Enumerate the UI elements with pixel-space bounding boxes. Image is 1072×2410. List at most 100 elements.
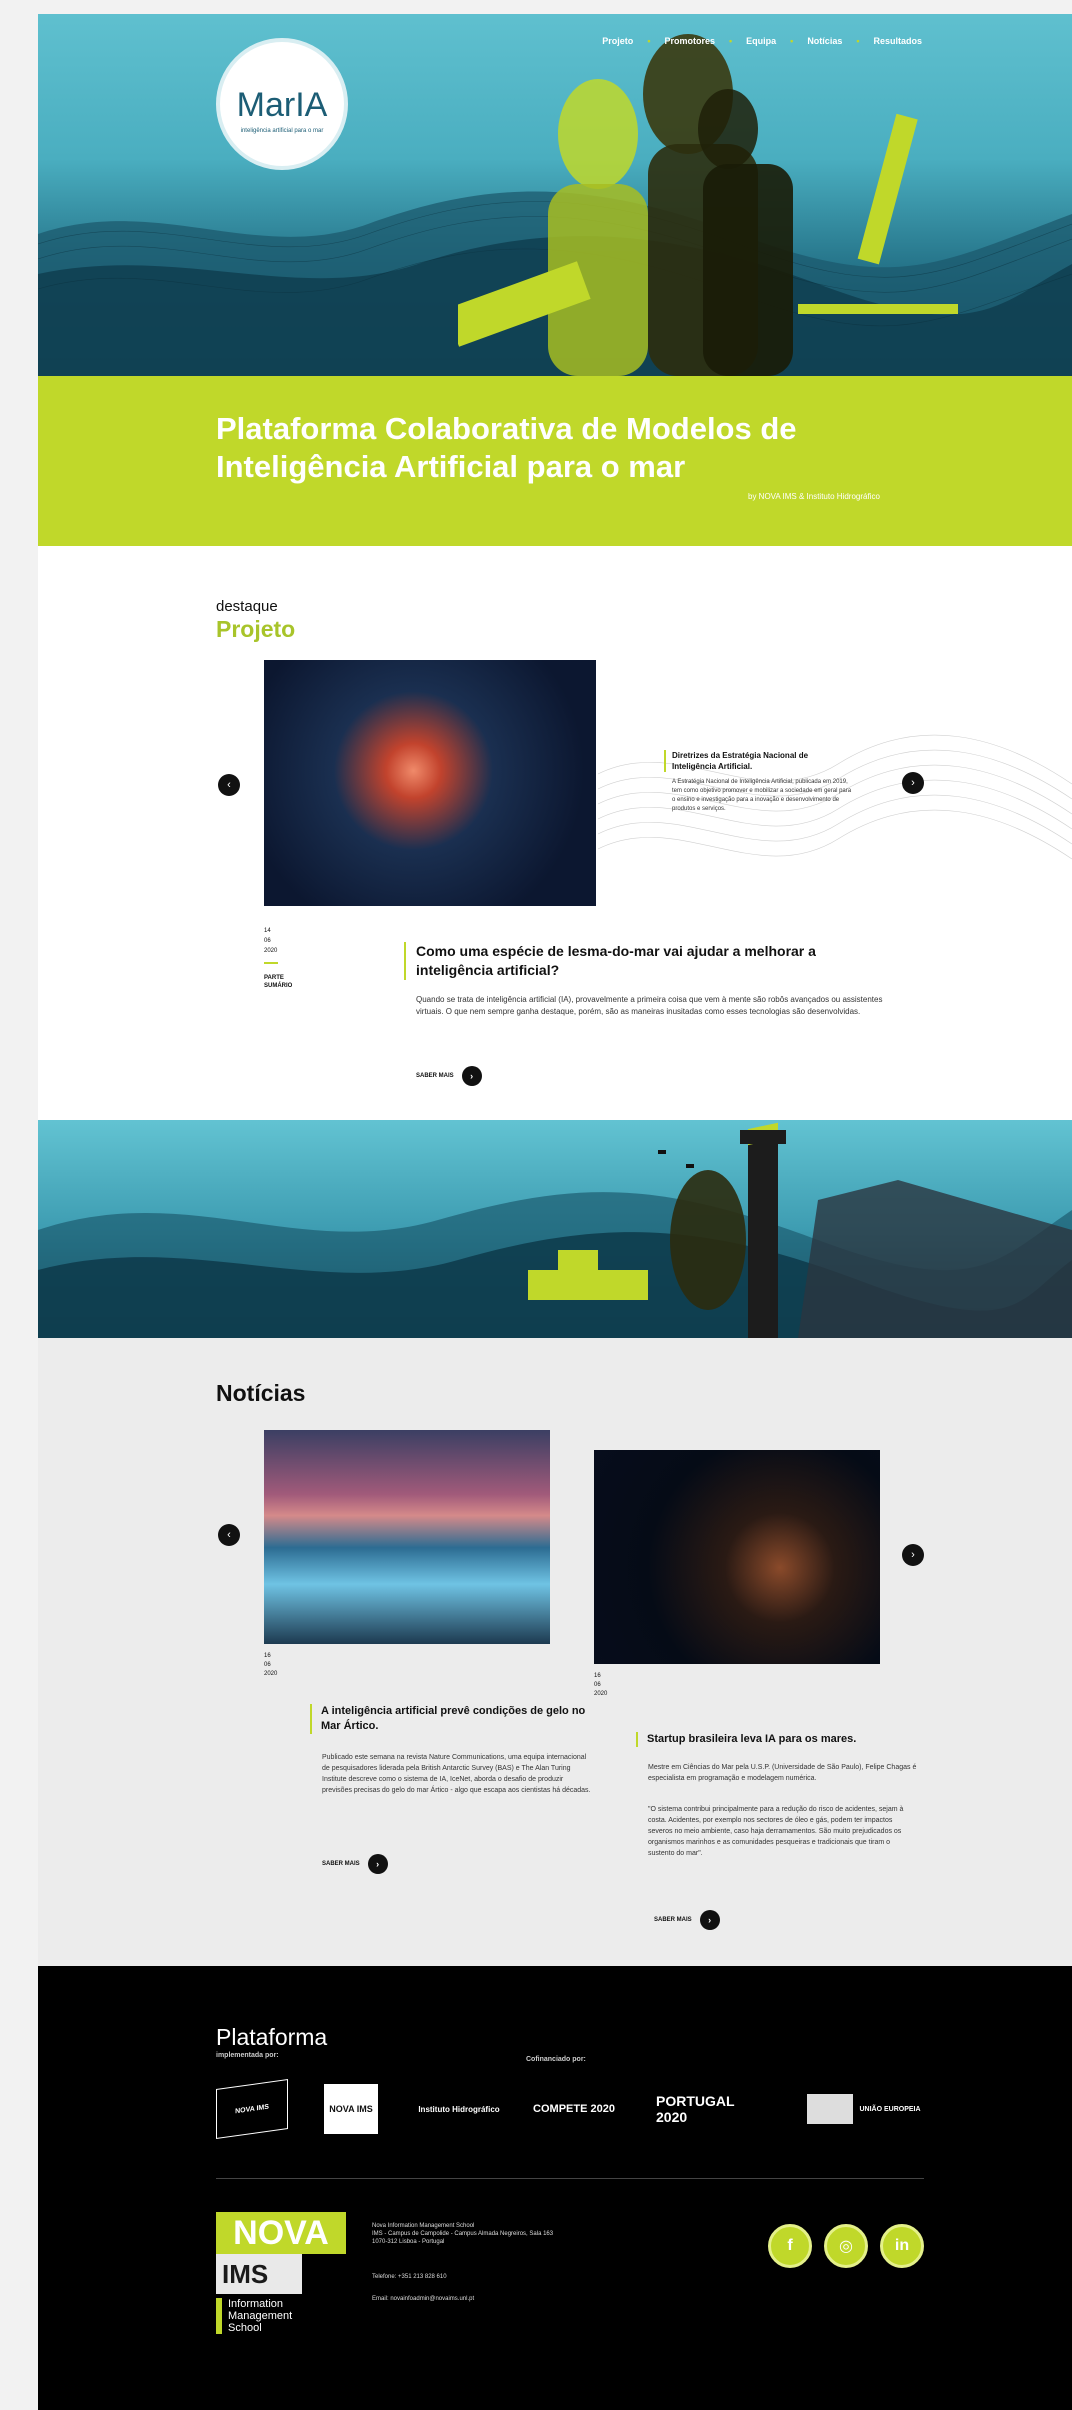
implemented-by-label: implementada por:	[216, 2052, 279, 2059]
partner-name: NOVA IMS	[235, 2103, 269, 2115]
read-more-label: SABER MAIS	[654, 1917, 692, 1923]
read-more-label: SABER MAIS	[416, 1073, 454, 1079]
date-day: 16	[594, 1673, 601, 1679]
footer-divider	[216, 2178, 924, 2179]
eu-flag-icon	[807, 2094, 854, 2124]
partner-logo-compete[interactable]: COMPETE 2020	[526, 2084, 622, 2134]
hero-people-illustration	[458, 34, 958, 376]
news2-date: 16 06 2020	[594, 1672, 607, 1699]
featured-article-body: Quando se trata de inteligência artifici…	[416, 995, 883, 1016]
address-line: 1070-312 Lisboa - Portugal	[372, 2239, 445, 2245]
read-more-label: SABER MAIS	[322, 1861, 360, 1867]
nova-ims-logo[interactable]: NOVA IMS Information Management School	[216, 2212, 346, 2346]
side-article-title: Diretrizes da Estratégia Nacional de Int…	[664, 750, 844, 772]
news1-body: Publicado este semana na revista Nature …	[322, 1754, 591, 1794]
arrow-right-icon: ›	[699, 1910, 720, 1930]
linkedin-icon: in	[894, 2237, 910, 2254]
news-prev-button[interactable]: ‹	[218, 1524, 240, 1546]
facebook-button[interactable]: f	[768, 2224, 812, 2268]
nav-separator: •	[790, 36, 794, 46]
date-month: 06	[264, 1662, 271, 1668]
chevron-right-icon: ›	[911, 777, 915, 789]
nova-logo-line: Information	[228, 2298, 284, 2310]
destaque-title: Projeto	[216, 616, 296, 642]
main-nav: Projeto • Promotores • Equipa • Notícias…	[602, 36, 922, 46]
nav-item-projeto[interactable]: Projeto	[602, 36, 633, 46]
arrow-right-icon: ›	[461, 1066, 482, 1086]
cofinanced-by-label: Cofinanciado por:	[526, 2056, 586, 2063]
arrow-right-icon: ›	[367, 1854, 388, 1874]
address-line: Nova Information Management School	[372, 2223, 475, 2229]
nova-logo-line: Management	[228, 2310, 293, 2322]
page: Projeto • Promotores • Equipa • Notícias…	[38, 14, 1072, 2410]
side-article-desc: A Estratégia Nacional de Inteligência Ar…	[672, 779, 852, 812]
nav-item-resultados[interactable]: Resultados	[873, 36, 922, 46]
date-divider	[264, 962, 278, 964]
nova-logo-top: NOVA	[216, 2212, 346, 2254]
footer-title: Plataforma	[216, 2024, 328, 2050]
footer-email[interactable]: Email: novainfoadmin@novaims.unl.pt	[372, 2296, 474, 2302]
linkedin-button[interactable]: in	[880, 2224, 924, 2268]
chevron-left-icon: ‹	[227, 1529, 231, 1541]
nova-logo-mid: IMS	[216, 2254, 302, 2294]
news2-read-more[interactable]: SABER MAIS ›	[654, 1910, 720, 1930]
page-title: Plataforma Colaborativa de Modelos de In…	[216, 411, 797, 484]
nav-item-equipa[interactable]: Equipa	[746, 36, 776, 46]
chevron-right-icon: ›	[911, 1549, 915, 1561]
partner-logo-hidrografico[interactable]: Instituto Hidrográfico	[414, 2084, 504, 2134]
partner-logo-novaims[interactable]: NOVA IMS	[324, 2084, 378, 2134]
nav-separator: •	[856, 36, 860, 46]
article-tag: PARTE SUMÁRIO	[264, 975, 293, 989]
nav-separator: •	[647, 36, 651, 46]
sea-slug-image	[264, 660, 596, 906]
carousel-prev-button[interactable]: ‹	[218, 774, 240, 796]
news-next-button[interactable]: ›	[902, 1544, 924, 1566]
oil-hands-image	[594, 1450, 880, 1664]
footer-address: Nova Information Management School IMS -…	[372, 2222, 672, 2246]
footer-phone[interactable]: Telefone: +351 213 828 610	[372, 2274, 447, 2280]
news1-title[interactable]: A inteligência artificial prevê condiçõe…	[310, 1704, 590, 1734]
chevron-left-icon: ‹	[227, 779, 231, 791]
partner-logo-novaims-alt[interactable]: NOVA IMS	[216, 2078, 288, 2140]
news-heading: Notícias	[216, 1380, 306, 1406]
instagram-icon: ◎	[839, 2238, 853, 2255]
news1-date: 16 06 2020	[264, 1652, 277, 1679]
date-year: 2020	[594, 1691, 608, 1697]
partner-name: COMPETE 2020	[533, 2103, 615, 2115]
partner-name: Instituto Hidrográfico	[418, 2104, 500, 2114]
partner-name: PORTUGAL 2020	[656, 2093, 735, 2125]
article-date: 14 06 2020	[264, 926, 277, 956]
date-day: 14	[264, 928, 271, 934]
nova-logo-bottom: Information Management School	[216, 2298, 346, 2334]
lighthouse-banner	[38, 1120, 1072, 1338]
nova-logo-line: School	[228, 2322, 262, 2334]
maria-logo[interactable]: MarIA inteligência artificial para o mar	[216, 38, 348, 170]
partner-name: NOVA IMS	[329, 2104, 373, 2114]
logo-subtitle: inteligência artificial para o mar	[240, 128, 324, 134]
partner-logo-eu[interactable]: UNIÃO EUROPEIA	[804, 2084, 924, 2134]
news2-title[interactable]: Startup brasileira leva IA para os mares…	[636, 1732, 926, 1747]
nav-item-promotores[interactable]: Promotores	[664, 36, 715, 46]
featured-article-title[interactable]: Como uma espécie de lesma-do-mar vai aju…	[404, 942, 884, 980]
footer	[38, 1966, 1072, 2410]
title-band: Plataforma Colaborativa de Modelos de In…	[38, 376, 1072, 546]
nav-separator: •	[728, 36, 733, 46]
news2-quote: "O sistema contribui principalmente para…	[648, 1806, 904, 1857]
carousel-next-button[interactable]: ›	[902, 772, 924, 794]
featured-read-more[interactable]: SABER MAIS ›	[416, 1066, 482, 1086]
date-month: 06	[594, 1682, 601, 1688]
instagram-button[interactable]: ◎	[824, 2224, 868, 2268]
address-line: IMS - Campus de Campolide - Campus Almad…	[372, 2231, 554, 2237]
partner-logo-portugal2020[interactable]: PORTUGAL 2020	[656, 2084, 766, 2134]
destaque-label: destaque	[216, 598, 278, 615]
date-year: 2020	[264, 1671, 278, 1677]
date-year: 2020	[264, 948, 278, 954]
date-day: 16	[264, 1653, 271, 1659]
nav-item-noticias[interactable]: Notícias	[807, 36, 842, 46]
news2-body: Mestre em Ciências do Mar pela U.S.P. (U…	[648, 1764, 917, 1782]
date-month: 06	[264, 938, 271, 944]
news-section	[38, 1338, 1072, 1966]
arctic-ice-image	[264, 1430, 550, 1644]
logo-text: MarIA	[236, 86, 328, 124]
news1-read-more[interactable]: SABER MAIS ›	[322, 1854, 388, 1874]
